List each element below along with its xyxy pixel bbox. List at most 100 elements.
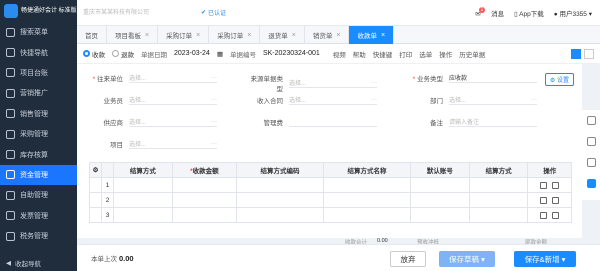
code-field[interactable]: SK-20230324-001 — [263, 50, 320, 57]
sidebar-item-8[interactable]: 自助管理 — [0, 185, 77, 205]
table-cell[interactable] — [410, 192, 470, 208]
table-cell[interactable] — [235, 207, 324, 223]
radio-refund[interactable]: 退款 — [112, 49, 134, 59]
copy-row-icon[interactable] — [552, 181, 560, 189]
save-new-button[interactable]: 保存&新增 ▾ — [514, 251, 576, 267]
table-cell[interactable] — [171, 177, 237, 193]
document-icon[interactable] — [586, 116, 596, 125]
more-icon[interactable]: ··· — [531, 97, 537, 103]
close-icon[interactable]: × — [292, 32, 296, 39]
table-cell[interactable] — [322, 207, 412, 223]
field-input[interactable]: 选择... ··· — [129, 139, 217, 149]
toolbar-button-0[interactable]: 视频 — [333, 49, 346, 59]
field-input[interactable]: 选择... ··· — [449, 95, 537, 105]
field-input[interactable]: 选择... ··· — [289, 95, 377, 105]
table-cell[interactable] — [468, 177, 529, 193]
tab-0[interactable]: 首页 — [77, 26, 107, 44]
sidebar-item-3[interactable]: 营销推广 — [0, 83, 77, 103]
row-actions[interactable] — [527, 177, 572, 193]
tab-5[interactable]: 销货单 × — [305, 26, 350, 44]
insert-row-icon[interactable] — [540, 196, 548, 204]
settings-button[interactable]: ⚙ 设置 — [544, 73, 574, 86]
sidebar-item-7[interactable]: 资金管理 — [0, 164, 77, 186]
sidebar-item-0[interactable]: 搜索菜单 — [0, 22, 77, 42]
close-icon[interactable]: × — [336, 32, 340, 39]
column-header-4[interactable]: 默认账号 — [410, 162, 470, 178]
toolbar-button-5[interactable]: 操作 — [439, 49, 452, 59]
copy-row-icon[interactable] — [552, 211, 560, 219]
field-input[interactable]: 选择... ··· — [129, 117, 217, 127]
sidebar-item-5[interactable]: 采购管理 — [0, 124, 77, 144]
close-icon[interactable]: × — [145, 32, 149, 39]
column-header-0[interactable]: 结算方式 — [113, 162, 173, 178]
radio-receive[interactable]: 收款 — [83, 49, 105, 59]
close-icon[interactable]: × — [247, 32, 251, 39]
column-header-1[interactable]: *收款金额 — [171, 162, 237, 178]
table-cell[interactable] — [468, 207, 529, 223]
field-input[interactable]: 请输入备注 — [449, 117, 537, 127]
grid-settings-icon[interactable]: ⚙ — [89, 162, 102, 178]
table-cell[interactable] — [171, 207, 237, 223]
table-cell[interactable] — [410, 177, 470, 193]
more-icon[interactable]: ··· — [211, 97, 217, 103]
column-header-2[interactable]: 结算方式编码 — [235, 162, 324, 178]
table-cell[interactable] — [322, 192, 412, 208]
row-actions[interactable] — [527, 192, 572, 208]
more-icon[interactable]: ··· — [211, 75, 217, 81]
table-cell[interactable] — [171, 192, 237, 208]
sidebar-item-1[interactable]: 快捷导航 — [0, 42, 77, 62]
table-cell[interactable] — [113, 207, 173, 223]
chat-icon[interactable] — [586, 137, 596, 146]
calendar-icon[interactable]: ▦ — [217, 50, 223, 58]
tab-1[interactable]: 项目看板 × — [107, 26, 159, 44]
field-input[interactable]: 应收款 — [449, 73, 537, 83]
field-input[interactable]: 选择... ··· — [289, 78, 377, 88]
table-cell[interactable] — [410, 207, 470, 223]
tab-3[interactable]: 采购订单 × — [209, 26, 261, 44]
date-field[interactable]: 2023-03-24 — [174, 50, 210, 57]
sidebar-item-2[interactable]: 项目台账 — [0, 63, 77, 83]
field-input[interactable]: 选择... ··· — [129, 95, 217, 105]
sidebar-item-9[interactable]: 发票管理 — [0, 206, 77, 226]
toolbar-button-6[interactable]: 历史单据 — [459, 49, 485, 59]
insert-row-icon[interactable] — [540, 211, 548, 219]
field-input[interactable] — [289, 117, 377, 127]
edit-icon[interactable] — [586, 179, 596, 188]
tab-6[interactable]: 收款单 × — [349, 26, 395, 44]
field-input[interactable]: 选择... ··· — [129, 73, 217, 83]
more-icon[interactable]: ··· — [371, 80, 377, 86]
copy-row-icon[interactable] — [552, 196, 560, 204]
discard-button[interactable]: 放弃 — [390, 251, 426, 267]
message-button[interactable]: ✉ 1 消息 — [475, 6, 504, 18]
column-header-6[interactable]: 操作 — [527, 162, 572, 178]
insert-row-icon[interactable] — [540, 181, 548, 189]
collapse-nav-button[interactable]: ◀ 收起导航 — [0, 255, 77, 271]
column-header-5[interactable]: 结算方式 — [468, 162, 529, 178]
app-download-button[interactable]: ▯ App下载 — [514, 8, 544, 18]
tab-4[interactable]: 退货单 × — [260, 26, 305, 44]
toolbar-button-2[interactable]: 快捷键 — [373, 49, 393, 59]
save-draft-button[interactable]: 保存草稿 ▾ — [439, 251, 495, 267]
table-cell[interactable] — [235, 177, 324, 193]
sidebar-item-6[interactable]: 库存核算 — [0, 144, 77, 164]
table-cell[interactable] — [113, 192, 173, 208]
more-icon[interactable]: ··· — [211, 119, 217, 125]
tab-2[interactable]: 采购订单 × — [158, 26, 210, 44]
sidebar-item-10[interactable]: 税务管理 — [0, 226, 77, 246]
close-icon[interactable]: × — [381, 32, 385, 39]
table-cell[interactable] — [468, 192, 529, 208]
row-actions[interactable] — [527, 207, 572, 223]
toolbar-button-3[interactable]: 打印 — [399, 49, 412, 59]
toolbar-button-4[interactable]: 选单 — [419, 49, 432, 59]
list-view-icon[interactable] — [571, 48, 581, 59]
toolbar-button-1[interactable]: 帮助 — [353, 49, 366, 59]
more-icon[interactable]: ··· — [211, 141, 217, 147]
column-header-3[interactable]: 结算方式名称 — [322, 162, 412, 178]
table-cell[interactable] — [235, 192, 324, 208]
more-icon[interactable]: ··· — [371, 97, 377, 103]
link-icon[interactable] — [586, 158, 596, 167]
grid-view-icon[interactable] — [584, 48, 594, 59]
table-cell[interactable] — [322, 177, 412, 193]
user-menu[interactable]: ● 用户3355 ▾ — [554, 8, 592, 18]
close-icon[interactable]: × — [196, 32, 200, 39]
